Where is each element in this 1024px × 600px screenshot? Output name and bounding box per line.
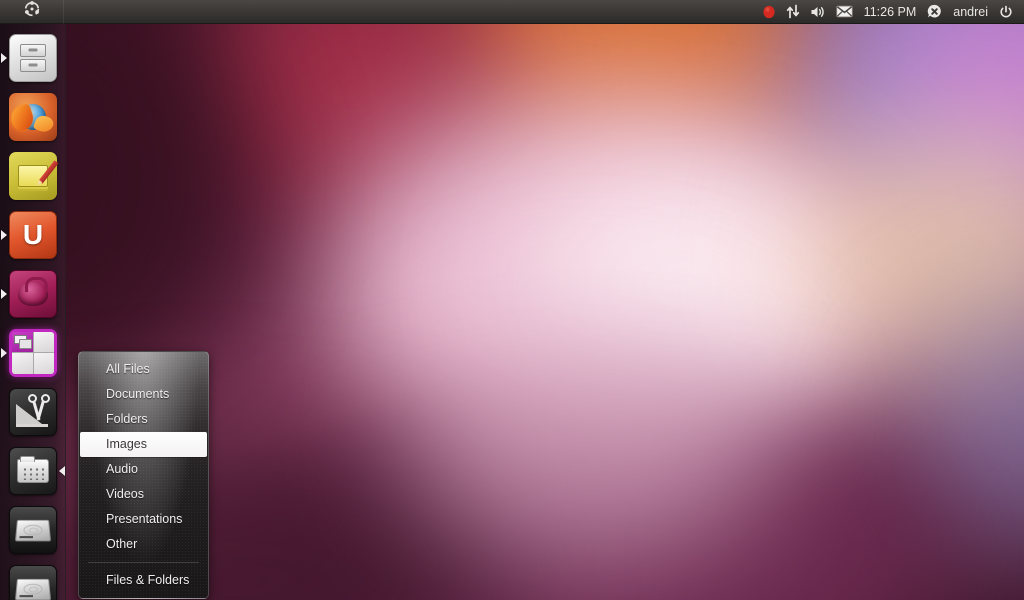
ubuntu-logo-button[interactable]: [0, 0, 64, 24]
quicklist-menu: All Files Documents Folders Images Audio…: [78, 351, 209, 599]
panel-indicator-area: 11:26 PM andrei: [757, 0, 1024, 24]
launcher-item-gedit[interactable]: [0, 146, 65, 205]
chat-status-icon[interactable]: [922, 0, 947, 24]
clock-indicator[interactable]: 11:26 PM: [858, 0, 923, 24]
sound-indicator-icon[interactable]: [805, 0, 831, 24]
recording-indicator-icon[interactable]: [757, 0, 781, 24]
quicklist-item-presentations[interactable]: Presentations: [79, 507, 208, 532]
top-panel: 11:26 PM andrei: [0, 0, 1024, 24]
launcher-item-firefox[interactable]: [0, 87, 65, 146]
quicklist-item-documents[interactable]: Documents: [79, 382, 208, 407]
quicklist-separator: [88, 562, 199, 563]
quicklist-item-audio[interactable]: Audio: [79, 457, 208, 482]
file-cabinet-icon: [9, 33, 57, 82]
unity-launcher: U: [0, 24, 66, 600]
launcher-item-gimp[interactable]: [0, 382, 65, 441]
quicklist-item-all-files[interactable]: All Files: [79, 357, 208, 382]
wallpaper-blob-glow-mid: [400, 300, 780, 560]
quicklist-item-folders[interactable]: Folders: [79, 407, 208, 432]
quicklist-item-images[interactable]: Images: [80, 432, 207, 457]
quicklist-item-videos[interactable]: Videos: [79, 482, 208, 507]
notepad-pencil-icon: [9, 151, 59, 200]
desktop-screen: 11:26 PM andrei U All Files Documents Fo…: [0, 0, 1024, 600]
ubuntu-logo-icon: [24, 1, 40, 22]
software-center-bag-icon: [9, 269, 57, 318]
quicklist-item-files-and-folders[interactable]: Files & Folders: [79, 568, 208, 593]
launcher-item-disk-1[interactable]: [0, 500, 65, 559]
hard-disk-icon: [9, 564, 57, 600]
launcher-item-ubuntu-one[interactable]: U: [0, 205, 65, 264]
network-indicator-icon[interactable]: [781, 0, 805, 24]
running-indicator-pip: [1, 288, 7, 299]
quicklist-item-other[interactable]: Other: [79, 532, 208, 557]
workspace-grid-icon: [9, 328, 57, 377]
launcher-item-file-manager[interactable]: [0, 441, 65, 500]
launcher-item-disk-2[interactable]: [0, 559, 65, 600]
launcher-item-software-center[interactable]: [0, 264, 65, 323]
firefox-icon: [7, 92, 57, 141]
power-indicator-icon[interactable]: [994, 0, 1018, 24]
launcher-item-files[interactable]: [0, 28, 65, 87]
running-indicator-pip: [1, 347, 7, 358]
running-indicator-pip: [1, 229, 7, 240]
folder-icon: [9, 446, 57, 495]
messaging-indicator-icon[interactable]: [831, 0, 858, 24]
scissors-ruler-icon: [9, 387, 57, 436]
hard-disk-icon: [9, 505, 57, 554]
ubuntu-one-icon: U: [9, 210, 57, 259]
quicklist-open-pip: [59, 465, 65, 476]
running-indicator-pip: [1, 52, 7, 63]
session-indicator-username[interactable]: andrei: [947, 0, 994, 24]
launcher-item-workspace-switcher[interactable]: [0, 323, 65, 382]
